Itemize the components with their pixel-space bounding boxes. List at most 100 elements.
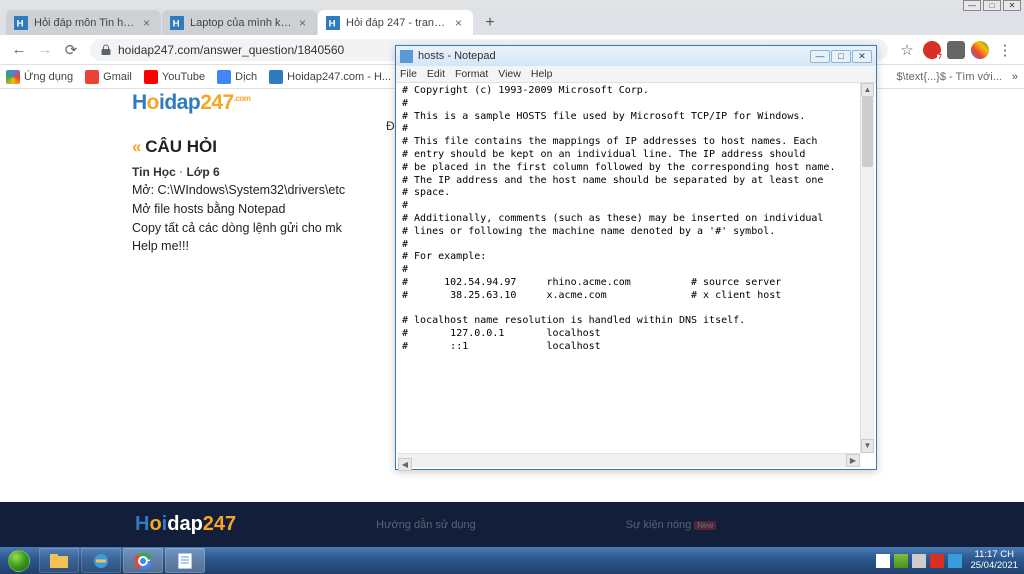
- maximize-button[interactable]: □: [831, 50, 851, 63]
- horizontal-scrollbar[interactable]: ◀ ▶: [398, 453, 860, 467]
- chevron-left-icon: «: [132, 137, 138, 156]
- maximize-button[interactable]: □: [983, 0, 1001, 11]
- notepad-app-icon: [178, 553, 192, 569]
- taskbar-explorer[interactable]: [39, 548, 79, 573]
- site-favicon-icon: H: [170, 16, 184, 30]
- minimize-button[interactable]: —: [963, 0, 981, 11]
- favorite-button[interactable]: ☆: [896, 39, 918, 61]
- reload-button[interactable]: ⟳: [60, 39, 82, 61]
- tab-close-icon[interactable]: ×: [299, 18, 309, 28]
- taskbar-ie[interactable]: [81, 548, 121, 573]
- footer-link[interactable]: Hướng dẫn sử dụng: [376, 519, 476, 531]
- site-icon: [269, 70, 283, 84]
- menu-view[interactable]: View: [498, 68, 521, 80]
- scroll-thumb[interactable]: [862, 97, 873, 167]
- notepad-window-controls: — □ ✕: [810, 50, 872, 63]
- subject-label[interactable]: Tin Học: [132, 165, 176, 179]
- lock-icon: [100, 44, 112, 56]
- bookmark-item[interactable]: Hoidap247.com - H...: [269, 70, 391, 84]
- window-titlebar: — □ ✕: [0, 0, 1024, 8]
- search-hint[interactable]: $\text{...}$ - Tìm với...: [896, 71, 1001, 83]
- folder-icon: [50, 554, 68, 568]
- bookmark-label: Hoidap247.com - H...: [287, 71, 391, 83]
- tray-shield-icon[interactable]: [930, 554, 944, 568]
- scroll-down-icon[interactable]: ▼: [861, 439, 874, 453]
- svg-text:H: H: [17, 18, 24, 29]
- notepad-titlebar[interactable]: hosts - Notepad — □ ✕: [396, 46, 876, 66]
- browser-tab-active[interactable]: H Hỏi đáp 247 - trang tra lời ×: [318, 10, 473, 35]
- taskbar-clock[interactable]: 11:17 CH 25/04/2021: [970, 550, 1018, 572]
- system-tray: 11:17 CH 25/04/2021: [876, 550, 1024, 572]
- minimize-button[interactable]: —: [810, 50, 830, 63]
- translate-icon: [217, 70, 231, 84]
- browser-tab[interactable]: H Hỏi đáp môn Tin học, giải bài tậ ×: [6, 10, 161, 35]
- bookmark-label: YouTube: [162, 71, 205, 83]
- new-tab-button[interactable]: +: [478, 11, 502, 35]
- menu-format[interactable]: Format: [455, 68, 488, 80]
- notepad-icon: [400, 50, 413, 63]
- taskbar-chrome[interactable]: [123, 548, 163, 573]
- close-button[interactable]: ✕: [852, 50, 872, 63]
- clock-time: 11:17 CH: [970, 550, 1018, 561]
- youtube-icon: [144, 70, 158, 84]
- tray-app-icon[interactable]: [948, 554, 962, 568]
- apps-icon: [6, 70, 20, 84]
- menu-file[interactable]: File: [400, 68, 417, 80]
- url-text: hoidap247.com/answer_question/1840560: [118, 43, 344, 57]
- truncated-text: Đ: [386, 119, 395, 133]
- tab-title: Hỏi đáp môn Tin học, giải bài tậ: [34, 17, 139, 29]
- windows-orb-icon: [8, 550, 30, 572]
- site-favicon-icon: H: [326, 16, 340, 30]
- extension-icon[interactable]: [947, 41, 965, 59]
- bookmark-item[interactable]: Dịch: [217, 70, 257, 84]
- gmail-icon: [85, 70, 99, 84]
- start-button[interactable]: [0, 547, 38, 574]
- ie-icon: [93, 553, 109, 569]
- bookmark-item[interactable]: Gmail: [85, 70, 132, 84]
- tray-volume-icon[interactable]: [912, 554, 926, 568]
- close-button[interactable]: ✕: [1003, 0, 1021, 11]
- scroll-up-icon[interactable]: ▲: [861, 83, 874, 97]
- tab-title: Hỏi đáp 247 - trang tra lời: [346, 17, 451, 29]
- class-label[interactable]: Lớp 6: [186, 165, 219, 179]
- notepad-menubar: File Edit Format View Help: [396, 66, 876, 83]
- footer-link[interactable]: Sự kiện nóngNew: [626, 519, 716, 531]
- browser-tab[interactable]: H Laptop của mình khi bật lên khô ×: [162, 10, 317, 35]
- menu-button[interactable]: ⋮: [994, 39, 1016, 61]
- tab-strip: H Hỏi đáp môn Tin học, giải bài tậ × H L…: [0, 8, 1024, 35]
- notepad-title: hosts - Notepad: [418, 50, 496, 62]
- chrome-icon: [135, 553, 151, 569]
- taskbar-notepad[interactable]: [165, 548, 205, 573]
- logo-subscript: .com: [234, 94, 251, 103]
- site-favicon-icon: H: [14, 16, 28, 30]
- menu-edit[interactable]: Edit: [427, 68, 445, 80]
- notepad-text-area[interactable]: # Copyright (c) 1993-2009 Microsoft Corp…: [398, 83, 874, 453]
- back-button[interactable]: ←: [8, 39, 30, 61]
- menu-help[interactable]: Help: [531, 68, 553, 80]
- footer-logo[interactable]: Hoidap247: [135, 513, 236, 536]
- extension-icon[interactable]: 7: [923, 41, 941, 59]
- notepad-window[interactable]: hosts - Notepad — □ ✕ File Edit Format V…: [395, 45, 877, 470]
- scroll-left-icon[interactable]: ◀: [398, 458, 412, 471]
- tab-close-icon[interactable]: ×: [455, 18, 465, 28]
- bookmarks-overflow[interactable]: »: [1012, 71, 1018, 83]
- forward-button[interactable]: →: [34, 39, 56, 61]
- extension-icon[interactable]: [971, 41, 989, 59]
- apps-button[interactable]: Ứng dụng: [6, 70, 73, 84]
- tab-close-icon[interactable]: ×: [143, 18, 153, 28]
- svg-text:H: H: [329, 18, 336, 29]
- bookmark-label: Ứng dụng: [24, 71, 73, 83]
- new-badge: New: [694, 521, 716, 530]
- bookmark-label: Gmail: [103, 71, 132, 83]
- clock-date: 25/04/2021: [970, 561, 1018, 572]
- heading-text: CÂU HỎI: [145, 137, 217, 156]
- tab-title: Laptop của mình khi bật lên khô: [190, 17, 295, 29]
- window-controls: — □ ✕: [963, 0, 1021, 11]
- scroll-right-icon[interactable]: ▶: [846, 454, 860, 467]
- tray-flag-icon[interactable]: [876, 554, 890, 568]
- vertical-scrollbar[interactable]: ▲ ▼: [860, 83, 874, 453]
- tray-network-icon[interactable]: [894, 554, 908, 568]
- page-footer: Hoidap247 Hướng dẫn sử dụng Sự kiện nóng…: [0, 502, 1024, 547]
- bookmark-item[interactable]: YouTube: [144, 70, 205, 84]
- taskbar: 11:17 CH 25/04/2021: [0, 547, 1024, 574]
